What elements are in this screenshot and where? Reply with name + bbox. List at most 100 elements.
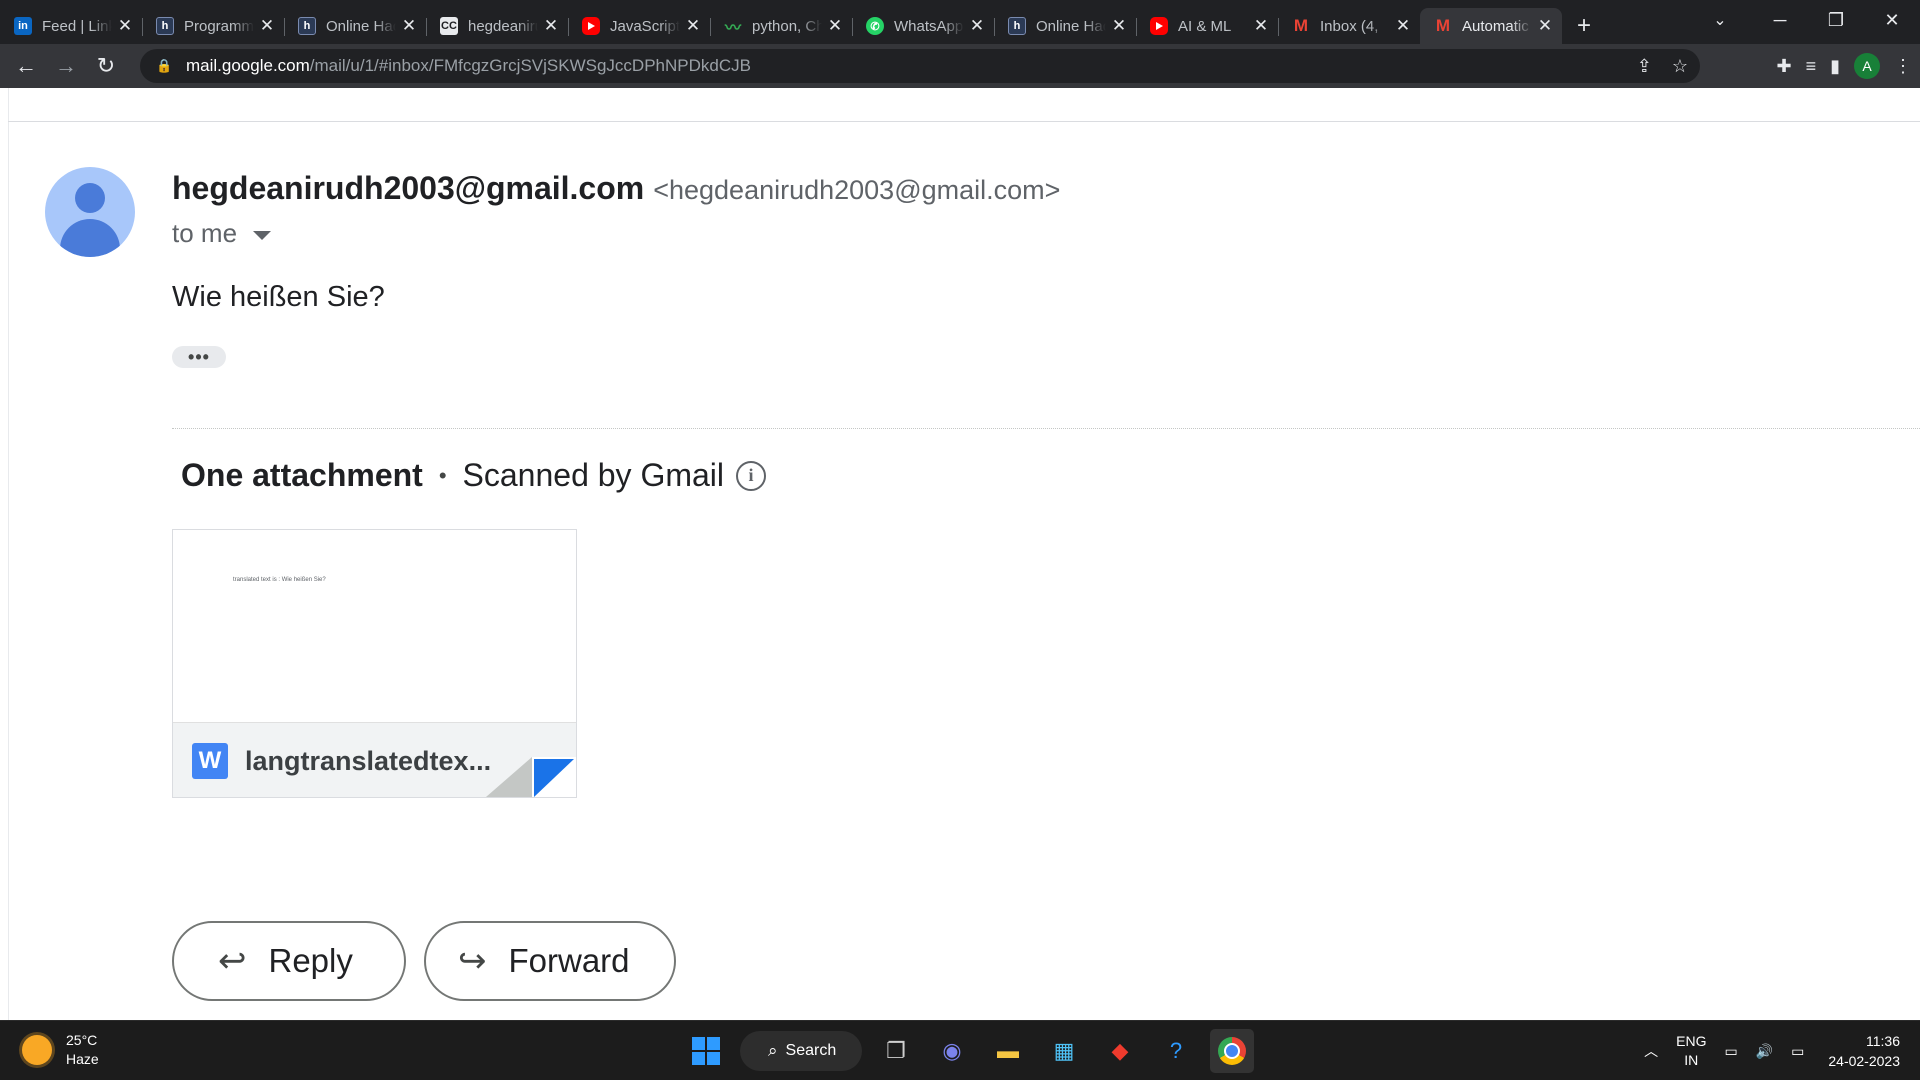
file-explorer-icon[interactable]: ▬: [986, 1029, 1030, 1073]
recipient-label: to me: [172, 218, 238, 248]
reply-icon: ↩: [218, 942, 247, 980]
bookmark-star-icon[interactable]: ☆: [1672, 56, 1688, 77]
temperature: 25°C: [66, 1032, 98, 1048]
get-help-icon[interactable]: ?: [1154, 1029, 1198, 1073]
close-window-icon[interactable]: ✕: [1864, 0, 1920, 40]
new-tab-button[interactable]: +: [1562, 8, 1606, 44]
tab-title: python, Chart: [752, 17, 822, 35]
time: 11:36: [1866, 1033, 1900, 1049]
close-tab-icon[interactable]: ✕: [258, 16, 276, 36]
close-tab-icon[interactable]: ✕: [1110, 16, 1128, 36]
volume-icon[interactable]: 🔊: [1756, 1043, 1773, 1060]
share-icon[interactable]: ⇪: [1637, 56, 1652, 77]
tab-title: Online Hackathon: [1036, 17, 1106, 35]
forward-nav-icon[interactable]: →: [46, 48, 86, 84]
browser-toolbar: ← → ↻ 🔒 mail.google.com/mail/u/1/#inbox/…: [0, 44, 1920, 88]
tab-title: JavaScript: [610, 17, 680, 35]
haze-sun-icon: [22, 1035, 52, 1065]
weather-widget[interactable]: 25°C Haze: [22, 1031, 99, 1069]
media-control-icon[interactable]: ≡: [1806, 56, 1817, 77]
linkedin-icon: in: [14, 17, 32, 35]
date: 24-02-2023: [1828, 1053, 1900, 1069]
recipient-details-toggle[interactable]: to me: [172, 218, 272, 249]
browser-tab[interactable]: AI & ML ✕: [1136, 8, 1278, 44]
reply-button[interactable]: ↩ Reply: [172, 921, 406, 1001]
reload-icon[interactable]: ↻: [86, 48, 126, 84]
lang-code: ENG: [1676, 1033, 1707, 1049]
address-bar[interactable]: 🔒 mail.google.com/mail/u/1/#inbox/FMfcgz…: [140, 49, 1700, 83]
language-indicator[interactable]: ENG IN: [1676, 1032, 1706, 1070]
close-tab-icon[interactable]: ✕: [400, 16, 418, 36]
windows-taskbar: 25°C Haze ⌕ Search ❐ ◉ ▬ ▦ ◆ ? ︿ ENG IN …: [0, 1020, 1920, 1080]
browser-tab[interactable]: in Feed | LinkedIn✕: [0, 8, 142, 44]
clock[interactable]: 11:36 24-02-2023: [1828, 1031, 1900, 1071]
codechef-icon: CC: [440, 17, 458, 35]
lock-icon: 🔒: [156, 58, 173, 73]
browser-tab[interactable]: h Online Hackathon✕: [284, 8, 426, 44]
close-tab-icon[interactable]: ✕: [1252, 16, 1270, 36]
close-tab-icon[interactable]: ✕: [826, 16, 844, 36]
attachment-divider: [172, 428, 1920, 429]
tab-search-icon[interactable]: ⌄: [1700, 4, 1740, 36]
browser-tab[interactable]: ✆ WhatsApp ✕: [852, 8, 994, 44]
battery-icon[interactable]: ▭: [1791, 1043, 1804, 1060]
tab-title: Inbox (4,: [1320, 17, 1379, 35]
start-button[interactable]: [684, 1029, 728, 1073]
tab-title: hegdeanirudh: [468, 17, 538, 35]
show-trimmed-content-button[interactable]: •••: [172, 346, 226, 368]
sender-line: hegdeanirudh2003@gmail.com <hegdeanirudh…: [172, 170, 1060, 207]
whatsapp-icon: ✆: [866, 17, 884, 35]
minimize-icon[interactable]: ─: [1752, 0, 1808, 40]
chrome-taskbar-icon[interactable]: [1210, 1029, 1254, 1073]
restore-icon[interactable]: ❐: [1808, 0, 1864, 40]
browser-tab[interactable]: h Online Hackathon✕: [994, 8, 1136, 44]
network-icon[interactable]: ▭: [1724, 1043, 1737, 1060]
chevron-down-icon[interactable]: [253, 230, 272, 240]
region-code: IN: [1684, 1052, 1699, 1068]
close-tab-icon[interactable]: ✕: [1394, 16, 1412, 36]
browser-tab[interactable]: CC hegdeanirudh✕: [426, 8, 568, 44]
side-panel-icon[interactable]: ▮: [1830, 56, 1840, 77]
divider: [8, 121, 1920, 122]
close-tab-icon[interactable]: ✕: [542, 16, 560, 36]
gmail-icon: M: [1293, 16, 1309, 35]
browser-tab[interactable]: 〰 python, Chart✕: [710, 8, 852, 44]
taskbar-search[interactable]: ⌕ Search: [740, 1031, 862, 1071]
attachment-preview-text: translated text is : Wie heißen Sie?: [233, 577, 326, 583]
attachment-count: One attachment: [181, 457, 423, 493]
reply-label: Reply: [268, 942, 353, 979]
info-icon[interactable]: i: [736, 460, 766, 491]
back-icon[interactable]: ←: [6, 48, 46, 84]
close-tab-icon[interactable]: ✕: [968, 16, 986, 36]
separator-dot: •: [438, 462, 447, 488]
divider: [8, 88, 9, 1020]
attachment-card[interactable]: translated text is : Wie heißen Sie? W l…: [172, 529, 577, 798]
sender-email: <hegdeanirudh2003@gmail.com>: [653, 175, 1061, 205]
teams-chat-icon[interactable]: ◉: [930, 1029, 974, 1073]
close-tab-icon[interactable]: ✕: [1536, 16, 1554, 36]
menu-kebab-icon[interactable]: ⋮: [1894, 56, 1912, 77]
chevron-up-icon[interactable]: ︿: [1644, 1041, 1658, 1061]
browser-tab[interactable]: M Automatic ✕: [1420, 8, 1562, 44]
close-tab-icon[interactable]: ✕: [116, 16, 134, 36]
microsoft-store-icon[interactable]: ▦: [1042, 1029, 1086, 1073]
sender-name[interactable]: hegdeanirudh2003@gmail.com: [172, 170, 644, 207]
tab-title: Programming: [184, 17, 254, 35]
browser-tab[interactable]: h Programming✕: [142, 8, 284, 44]
anydesk-icon[interactable]: ◆: [1098, 1029, 1142, 1073]
search-label: Search: [785, 1042, 837, 1059]
browser-tab[interactable]: M Inbox (4, ✕: [1278, 8, 1420, 44]
profile-avatar[interactable]: A: [1854, 53, 1880, 79]
scan-label: Scanned by Gmail: [462, 457, 724, 493]
extensions-icon[interactable]: ✚: [1776, 56, 1791, 77]
taskbar-apps: ⌕ Search ❐ ◉ ▬ ▦ ◆ ?: [684, 1029, 1254, 1073]
tab-title: Feed | LinkedIn: [42, 17, 112, 35]
close-tab-icon[interactable]: ✕: [684, 16, 702, 36]
attachment-filename[interactable]: langtranslatedtex...: [245, 746, 491, 777]
system-tray: ︿ ENG IN ▭ 🔊 ▭ 11:36 24-02-2023: [1644, 1029, 1900, 1073]
task-view-icon[interactable]: ❐: [874, 1029, 918, 1073]
tab-title: WhatsApp: [894, 17, 964, 35]
browser-tab[interactable]: JavaScript ✕: [568, 8, 710, 44]
forward-label: Forward: [508, 942, 630, 979]
forward-button[interactable]: ↪ Forward: [424, 921, 676, 1001]
